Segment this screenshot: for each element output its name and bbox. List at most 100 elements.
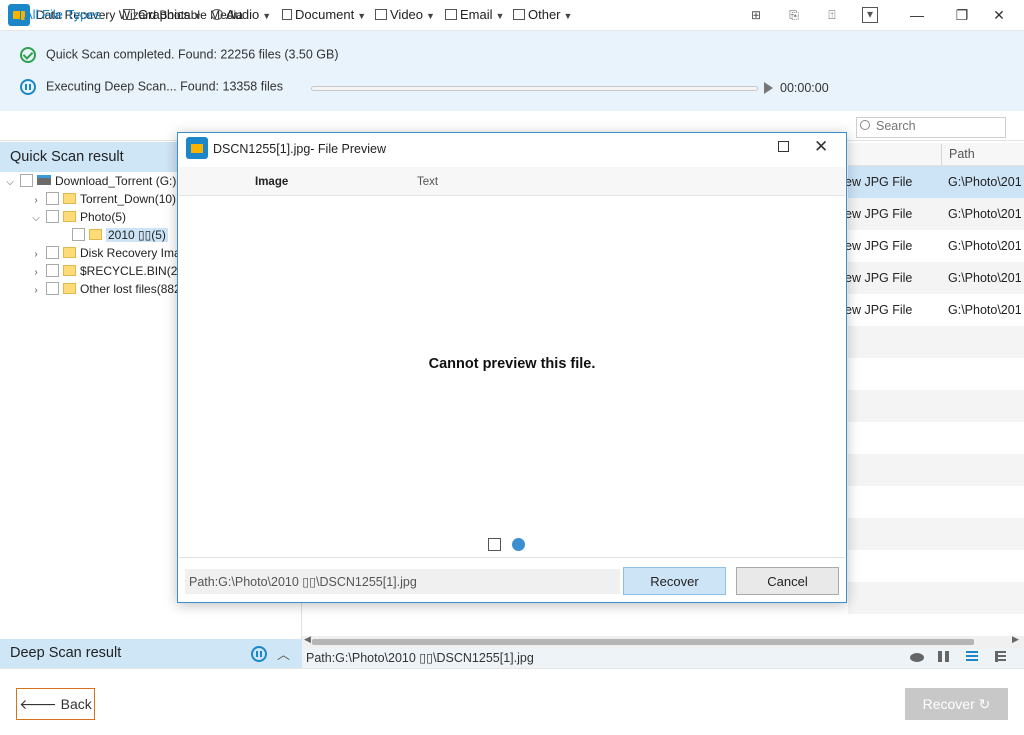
dialog-cancel-button[interactable]: Cancel: [736, 567, 839, 595]
feedback-icon[interactable]: ⍐: [824, 7, 840, 23]
deep-scan-title: Deep Scan result: [10, 645, 122, 661]
filter-document[interactable]: Document ▼: [282, 7, 366, 22]
filter-other[interactable]: Other ▼: [513, 7, 572, 22]
table-row[interactable]: ew JPG File G:\Photo\201: [845, 294, 1024, 326]
dialog-recover-button[interactable]: Recover: [623, 567, 726, 595]
checkbox[interactable]: [46, 246, 59, 259]
chevron-down-icon: ▼: [563, 11, 573, 21]
minimize-button[interactable]: —: [894, 0, 940, 30]
table-header: [848, 143, 1024, 166]
quick-scan-title: Quick Scan result: [10, 149, 124, 165]
empty-rows: [848, 326, 1024, 636]
scrollbar-thumb[interactable]: [312, 639, 974, 645]
chevron-down-icon: ▼: [193, 11, 202, 21]
tree-item-torrent[interactable]: › Torrent_Down(10): [30, 192, 176, 210]
footer-bar: [0, 668, 1024, 735]
dialog-title: DSCN1255[1].jpg- File Preview: [213, 142, 386, 156]
monitor-icon: [9, 9, 21, 20]
arrow-left-icon: 🡐: [19, 696, 61, 712]
tree-item-recycle-bin[interactable]: › $RECYCLE.BIN(20): [30, 264, 188, 282]
image-icon: [123, 9, 135, 20]
tree-item-drive[interactable]: ⌵ Download_Torrent (G:)(: [4, 174, 180, 192]
filter-audio[interactable]: Audio ▼: [211, 7, 271, 22]
dialog-close-button[interactable]: ✕: [814, 137, 828, 157]
scroll-right-icon[interactable]: ▶: [1012, 634, 1019, 645]
scroll-left-icon[interactable]: ◀: [304, 634, 311, 645]
pause-icon[interactable]: [251, 645, 267, 662]
tree-item-disk-recovery[interactable]: › Disk Recovery Ima: [30, 246, 181, 264]
list-view-icon[interactable]: [966, 651, 978, 662]
selected-file-path: Path:G:\Photo\2010 ▯▯\DSCN1255[1].jpg: [306, 651, 534, 665]
chevron-down-icon: ▼: [357, 11, 367, 21]
export-icon[interactable]: ⎘: [786, 7, 802, 23]
back-button[interactable]: 🡐 Back: [16, 688, 95, 720]
quick-scan-status: Quick Scan completed. Found: 22256 files…: [20, 47, 339, 63]
search-input[interactable]: [876, 119, 1002, 133]
checkbox[interactable]: [46, 264, 59, 277]
folder-icon: [63, 283, 76, 294]
table-row[interactable]: ew JPG File G:\Photo\201: [845, 262, 1024, 294]
scan-status-panel: [0, 31, 1024, 111]
chevron-up-icon[interactable]: ︿: [277, 644, 290, 663]
scan-timer: 00:00:00: [780, 81, 829, 95]
fit-to-window-icon[interactable]: [488, 538, 501, 551]
video-icon: [375, 9, 387, 20]
drive-icon: [37, 175, 51, 185]
email-icon: [445, 9, 457, 20]
filter-email[interactable]: Email ▼: [445, 7, 504, 22]
pause-icon[interactable]: [20, 79, 36, 95]
tab-text[interactable]: Text: [417, 176, 438, 188]
menu-icon[interactable]: ▾: [862, 7, 878, 23]
search-icon: [860, 120, 870, 130]
close-button[interactable]: ✕: [976, 0, 1022, 30]
checkbox[interactable]: [46, 210, 59, 223]
play-icon[interactable]: [764, 82, 773, 94]
recover-arrow-icon: ↻: [974, 696, 991, 712]
app-logo-icon: [186, 137, 208, 159]
chevron-right-icon: ›: [34, 195, 38, 206]
deep-scan-progress-bar: [311, 86, 758, 91]
checkbox[interactable]: [72, 228, 85, 241]
chevron-down-icon: ⌵: [32, 213, 40, 224]
tab-image[interactable]: Image: [255, 176, 288, 188]
table-row[interactable]: ew JPG File G:\Photo\201: [845, 198, 1024, 230]
deep-scan-status: Executing Deep Scan... Found: 13358 file…: [20, 79, 283, 95]
tree-item-photo-2010[interactable]: 2010 ▯▯(5): [68, 228, 168, 246]
folder-icon: [513, 9, 525, 20]
chevron-right-icon: ›: [34, 267, 38, 278]
filter-all-file-types[interactable]: All File Types: [9, 7, 101, 22]
recover-button[interactable]: Recover ↻: [905, 688, 1008, 720]
filter-graphics[interactable]: Graphics ▼: [123, 7, 202, 22]
windows-icon[interactable]: ⊞: [748, 7, 764, 23]
dialog-maximize-button[interactable]: [778, 141, 789, 152]
table-row[interactable]: ew JPG File G:\Photo\201: [845, 166, 1024, 198]
column-header-path[interactable]: Path: [949, 147, 975, 161]
chevron-right-icon: ›: [34, 285, 38, 296]
dialog-divider: [179, 557, 845, 558]
tree-item-other-lost[interactable]: › Other lost files(882: [30, 282, 181, 300]
folder-icon: [63, 265, 76, 276]
checkbox[interactable]: [46, 282, 59, 295]
filter-video[interactable]: Video ▼: [375, 7, 435, 22]
folder-icon: [63, 211, 76, 222]
thumbnail-view-icon[interactable]: [938, 651, 949, 662]
detail-view-icon[interactable]: [995, 651, 1006, 662]
column-divider[interactable]: [941, 144, 942, 165]
preview-eye-icon[interactable]: [910, 653, 924, 662]
chevron-down-icon: ▼: [262, 11, 272, 21]
audio-icon: [211, 9, 223, 20]
actual-size-icon[interactable]: [512, 538, 525, 551]
table-row[interactable]: ew JPG File G:\Photo\201: [845, 230, 1024, 262]
check-circle-icon: [20, 47, 36, 63]
folder-icon: [89, 229, 102, 240]
chevron-down-icon: ▼: [495, 11, 505, 21]
checkbox[interactable]: [20, 174, 33, 187]
folder-icon: [63, 247, 76, 258]
chevron-down-icon: ▼: [426, 11, 435, 21]
chevron-right-icon: ›: [34, 249, 38, 260]
chevron-down-icon: ⌵: [6, 177, 14, 188]
dialog-file-path: Path:G:\Photo\2010 ▯▯\DSCN1255[1].jpg: [189, 575, 417, 589]
quick-scan-text: Quick Scan completed. Found: 22256 files…: [46, 47, 339, 62]
tree-item-photo[interactable]: ⌵ Photo(5): [30, 210, 126, 228]
checkbox[interactable]: [46, 192, 59, 205]
